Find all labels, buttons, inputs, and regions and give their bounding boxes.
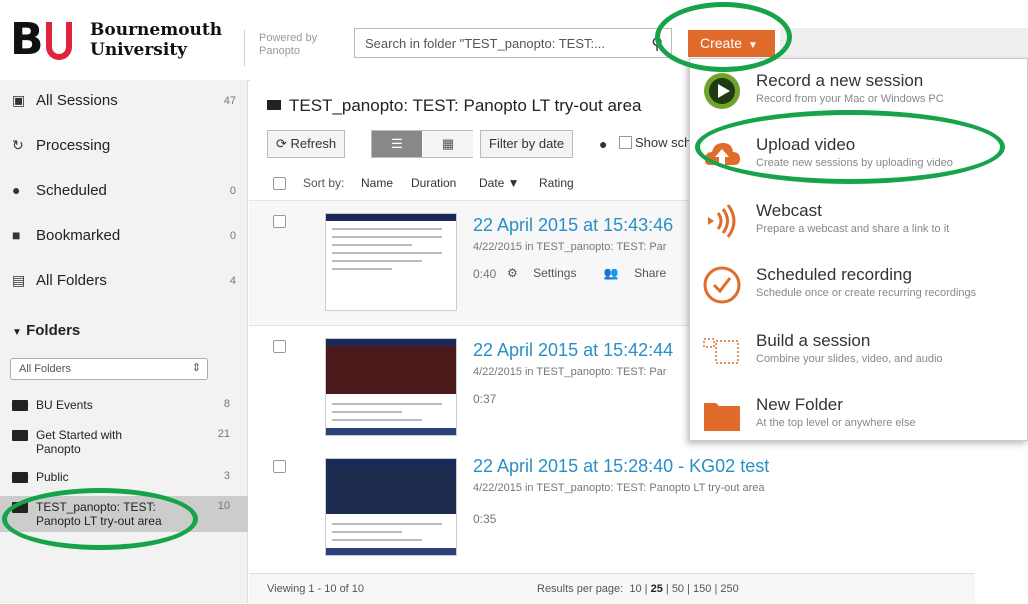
- university-logo[interactable]: B Bournemouth University: [10, 18, 230, 62]
- show-scheduled-checkbox[interactable]: [619, 136, 632, 149]
- folder-icon: [12, 472, 28, 483]
- collapse-caret-icon: ▼: [12, 327, 22, 338]
- session-duration: 0:37: [473, 392, 497, 406]
- search-input[interactable]: Search in folder "TEST_panopto: TEST:...…: [354, 28, 672, 58]
- menu-item-new-folder[interactable]: New Folder At the top level or anywhere …: [690, 389, 1027, 451]
- highlight-ring-upload: [695, 110, 1005, 184]
- select-all-checkbox[interactable]: [273, 177, 286, 190]
- sort-date[interactable]: Date ▼: [479, 176, 520, 190]
- bu-logo-mark: B: [10, 18, 78, 62]
- view-toggle: ☰ ▦: [371, 130, 473, 158]
- menu-item-build-session[interactable]: Build a session Combine your slides, vid…: [690, 325, 1027, 387]
- highlight-ring-create: [655, 2, 792, 72]
- results-per-page: Results per page: 10 | 25 | 50 | 150 | 2…: [537, 583, 739, 595]
- refresh-icon: ⟳: [276, 136, 287, 151]
- page-title: TEST_panopto: TEST: Panopto LT try-out a…: [289, 96, 642, 115]
- select-arrows-icon: ⇕: [191, 362, 201, 374]
- filter-by-date-button[interactable]: Filter by date: [480, 130, 574, 158]
- scheduled-recording-icon: [703, 266, 741, 304]
- menu-item-scheduled-recording[interactable]: Scheduled recording Schedule once or cre…: [690, 259, 1027, 321]
- powered-by: Powered by Panopto: [259, 32, 318, 57]
- rpp-option[interactable]: 250: [720, 583, 738, 595]
- sort-name[interactable]: Name: [361, 176, 393, 190]
- session-meta: 4/22/2015 in TEST_panopto: TEST: Par: [473, 366, 667, 378]
- rpp-option[interactable]: 10: [629, 583, 641, 595]
- webcast-icon: [708, 204, 736, 238]
- menu-item-webcast[interactable]: Webcast Prepare a webcast and share a li…: [690, 195, 1027, 257]
- folder-icon: [12, 400, 28, 411]
- folder-item-bu-events[interactable]: BU Events 8: [0, 398, 248, 418]
- detail-view-button[interactable]: ▦: [423, 131, 473, 157]
- folders-icon: ▤: [12, 272, 26, 288]
- session-thumbnail[interactable]: [325, 213, 457, 311]
- session-duration: 0:35: [473, 512, 497, 526]
- settings-action[interactable]: ⚙ Settings: [507, 266, 588, 280]
- new-folder-icon: [704, 403, 740, 431]
- session-row[interactable]: 22 April 2015 at 15:28:40 - KG02 test 4/…: [249, 450, 975, 574]
- sidebar-item-processing[interactable]: ↻ Processing: [0, 125, 248, 169]
- folder-filter-select[interactable]: All Folders ⇕: [10, 358, 208, 380]
- session-title[interactable]: 22 April 2015 at 15:42:44: [473, 340, 673, 361]
- bookmark-icon: ■: [12, 227, 21, 243]
- list-view-icon: ☰: [391, 136, 403, 151]
- rpp-option[interactable]: 50: [672, 583, 684, 595]
- highlight-ring-folder: [2, 488, 198, 550]
- folder-item-public[interactable]: Public 3: [0, 470, 248, 490]
- header-divider: [244, 30, 245, 66]
- sidebar-item-all-sessions[interactable]: ▣ All Sessions 47: [0, 80, 248, 124]
- session-checkbox[interactable]: [273, 460, 286, 473]
- session-checkbox[interactable]: [273, 340, 286, 353]
- sort-rating[interactable]: Rating: [539, 176, 574, 190]
- session-actions: ⚙ Settings 👥 Share ▥: [507, 266, 717, 280]
- sidebar-item-all-folders[interactable]: ▤ All Folders 4: [0, 260, 248, 304]
- folders-heading[interactable]: ▼ Folders: [12, 322, 80, 339]
- show-scheduled-label: Show sch: [635, 135, 692, 150]
- rpp-option-selected[interactable]: 25: [651, 583, 663, 595]
- rpp-option[interactable]: 150: [693, 583, 711, 595]
- session-title[interactable]: 22 April 2015 at 15:43:46: [473, 215, 673, 236]
- folder-item-get-started[interactable]: Get Started with Panopto 21: [0, 428, 248, 460]
- session-thumbnail[interactable]: [325, 338, 457, 436]
- sessions-icon: ▣: [12, 92, 26, 108]
- folder-icon: [267, 100, 281, 110]
- pagination-footer: Viewing 1 - 10 of 10 Results per page: 1…: [249, 573, 975, 604]
- share-icon: 👥: [603, 266, 619, 280]
- session-meta: 4/22/2015 in TEST_panopto: TEST: Panopto…: [473, 482, 765, 494]
- session-meta: 4/22/2015 in TEST_panopto: TEST: Par: [473, 241, 667, 253]
- session-title[interactable]: 22 April 2015 at 15:28:40 - KG02 test: [473, 456, 769, 477]
- viewing-count: Viewing 1 - 10 of 10: [267, 583, 365, 595]
- grid-view-icon: ▦: [441, 136, 455, 151]
- folder-icon: [12, 430, 28, 441]
- university-name: Bournemouth University: [90, 20, 223, 60]
- session-duration: 0:40: [473, 267, 497, 281]
- session-checkbox[interactable]: [273, 215, 286, 228]
- clock-icon: ●: [599, 136, 608, 152]
- gear-icon: ⚙: [507, 266, 518, 280]
- header-strip: [780, 28, 1028, 58]
- sidebar-item-scheduled[interactable]: ● Scheduled 0: [0, 170, 248, 214]
- clock-icon: ●: [12, 182, 21, 198]
- search-placeholder: Search in folder "TEST_panopto: TEST:...: [365, 36, 605, 51]
- list-view-button[interactable]: ☰: [372, 131, 422, 157]
- breadcrumb: TEST_panopto: TEST: Panopto LT try-out a…: [267, 96, 641, 116]
- refresh-button[interactable]: ⟳ Refresh: [267, 130, 346, 158]
- sidebar-item-bookmarked[interactable]: ■ Bookmarked 0: [0, 215, 248, 259]
- share-action[interactable]: 👥 Share: [604, 266, 678, 280]
- sort-duration[interactable]: Duration: [411, 176, 456, 190]
- build-session-icon: [703, 338, 739, 364]
- processing-icon: ↻: [12, 137, 24, 153]
- record-icon: [704, 73, 740, 109]
- session-thumbnail[interactable]: [325, 458, 457, 556]
